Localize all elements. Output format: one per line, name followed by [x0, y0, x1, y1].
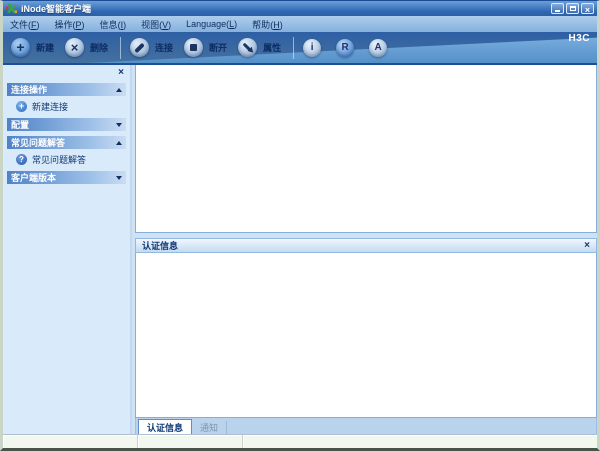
minimize-icon [555, 10, 560, 12]
menu-operate[interactable]: 操作(P) [55, 18, 85, 31]
collapse-arrow-icon [116, 88, 122, 92]
auth-panel-close-icon[interactable]: × [584, 241, 590, 251]
new-button[interactable]: 新建 [11, 38, 54, 57]
app-window: iNode智能客户端 文件(F) 操作(P) 信息(I) 视图(V) Langu… [0, 0, 600, 451]
collapse-arrow-icon [116, 141, 122, 145]
sidebar-header: × [3, 65, 130, 80]
resize-grip[interactable] [593, 444, 595, 446]
info-round-button[interactable]: i [303, 39, 321, 57]
status-cell-2 [138, 435, 243, 448]
auth-panel-title: 认证信息 [142, 239, 178, 252]
tab-auth-info[interactable]: 认证信息 [138, 419, 192, 434]
menu-bar: 文件(F) 操作(P) 信息(I) 视图(V) Language(L) 帮助(H… [3, 16, 597, 32]
menu-language[interactable]: Language(L) [186, 19, 237, 29]
status-cell-3 [243, 435, 597, 448]
menu-file[interactable]: 文件(F) [10, 18, 40, 31]
sidebar-panel-client-version[interactable]: 客户端版本 [7, 171, 126, 184]
disconnect-icon [184, 38, 203, 57]
auth-panel-header: 认证信息 × [135, 238, 597, 253]
new-icon [11, 38, 30, 57]
menu-help[interactable]: 帮助(H) [252, 18, 283, 31]
main-column: 认证信息 × 认证信息 通知 [132, 65, 597, 434]
close-icon [585, 0, 590, 18]
h3c-logo: H3C [568, 33, 590, 44]
menu-info[interactable]: 信息(I) [100, 18, 127, 31]
status-cell-1 [3, 435, 138, 448]
new-connection-icon [16, 101, 27, 112]
disconnect-button[interactable]: 断开 [184, 38, 227, 57]
a-round-button[interactable]: A [369, 39, 387, 57]
toolbar-separator [293, 37, 294, 59]
minimize-button[interactable] [551, 3, 564, 14]
maximize-icon [570, 6, 576, 11]
sidebar-panel-connection-ops[interactable]: 连接操作 [7, 83, 126, 96]
auth-message-area[interactable] [135, 253, 597, 418]
expand-arrow-icon [116, 176, 122, 180]
status-bar [3, 434, 597, 448]
sidebar-item-faq[interactable]: 常见问题解答 [3, 151, 130, 168]
r-round-button[interactable]: R [336, 39, 354, 57]
close-button[interactable] [581, 3, 594, 14]
delete-icon [65, 38, 84, 57]
tab-notification[interactable]: 通知 [192, 421, 227, 434]
content-area: × 连接操作 新建连接 配置 常见问题解答 常见问题解答 [3, 65, 597, 434]
sidebar-item-new-connection[interactable]: 新建连接 [3, 98, 130, 115]
delete-button[interactable]: 删除 [65, 38, 108, 57]
sidebar-panel-faq[interactable]: 常见问题解答 [7, 136, 126, 149]
connect-icon [130, 38, 149, 57]
titlebar: iNode智能客户端 [3, 1, 597, 16]
app-logo-icon [6, 3, 17, 14]
toolbar-separator [120, 37, 121, 59]
window-controls [551, 3, 594, 14]
auth-tabstrip: 认证信息 通知 [135, 418, 597, 434]
menu-view[interactable]: 视图(V) [141, 18, 171, 31]
toolbar-buttons: 新建 删除 连接 断开 属性 i R A [3, 32, 597, 63]
expand-arrow-icon [116, 123, 122, 127]
connect-button[interactable]: 连接 [130, 38, 173, 57]
sidebar-panel-config[interactable]: 配置 [7, 118, 126, 131]
connection-list-area[interactable] [135, 65, 597, 233]
properties-icon [238, 38, 257, 57]
maximize-button[interactable] [566, 3, 579, 14]
window-title: iNode智能客户端 [21, 2, 547, 15]
sidebar-close-icon[interactable]: × [118, 68, 124, 78]
toolbar: H3C 新建 删除 连接 断开 属性 i [3, 32, 597, 63]
auth-panel: 认证信息 × 认证信息 通知 [135, 238, 597, 434]
sidebar: × 连接操作 新建连接 配置 常见问题解答 常见问题解答 [3, 65, 132, 434]
properties-button[interactable]: 属性 [238, 38, 281, 57]
faq-icon [16, 154, 27, 165]
